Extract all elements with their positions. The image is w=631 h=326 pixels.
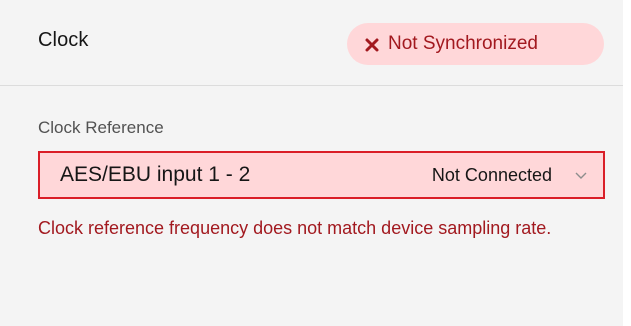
panel-header: Clock Not Synchronized (0, 0, 623, 86)
sync-status-badge: Not Synchronized (347, 23, 604, 65)
connection-status: Not Connected (431, 164, 552, 185)
clock-reference-value: AES/EBU input 1 - 2 (60, 163, 251, 186)
x-icon (365, 38, 379, 52)
panel-title: Clock (38, 29, 89, 51)
clock-reference-dropdown[interactable]: AES/EBU input 1 - 2 Not Connected (38, 151, 605, 199)
sync-status-label: Not Synchronized (388, 33, 538, 54)
clock-panel: Clock Not Synchronized Clock Reference A… (0, 0, 623, 326)
clock-reference-label: Clock Reference (38, 118, 164, 137)
clock-reference-error-message: Clock reference frequency does not match… (38, 218, 552, 238)
chevron-down-icon (575, 172, 587, 179)
page-edge (623, 0, 631, 326)
